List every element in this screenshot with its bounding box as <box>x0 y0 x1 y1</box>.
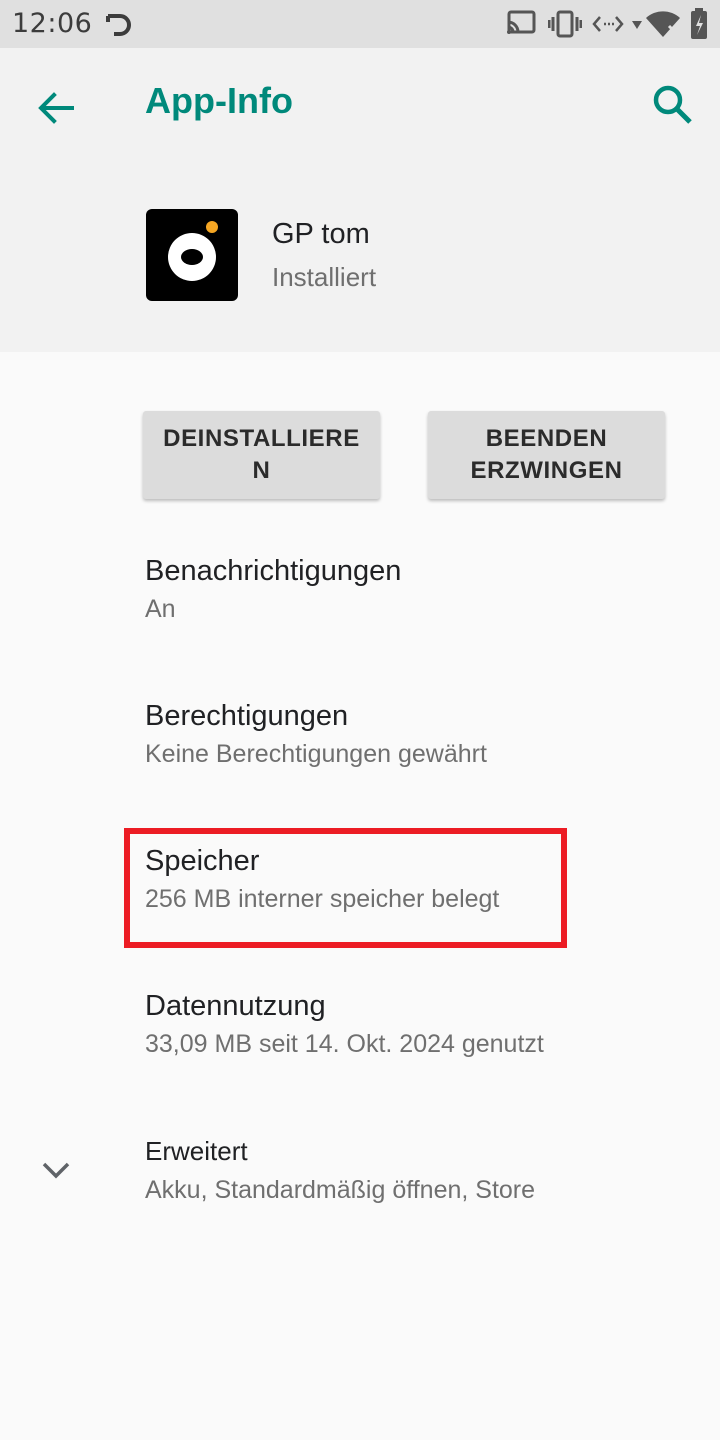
arrow-back-icon[interactable] <box>30 82 82 134</box>
app-icon <box>146 209 238 301</box>
list-item-advanced[interactable]: Erweitert Akku, Standardmäßig öffnen, St… <box>0 1136 720 1246</box>
cast-icon <box>507 10 536 34</box>
item-subtitle: 33,09 MB seit 14. Okt. 2024 genutzt <box>145 1030 544 1058</box>
page-title: App-Info <box>145 80 293 121</box>
app-name: GP tom <box>272 218 370 250</box>
uninstall-button[interactable]: DEINSTALLIERE N <box>143 411 380 499</box>
list-item-notifications[interactable]: Benachrichtigungen An <box>0 555 720 665</box>
item-title: Datennutzung <box>145 990 326 1022</box>
item-subtitle: Akku, Standardmäßig öffnen, Store <box>145 1176 536 1204</box>
data-arrows-icon <box>592 16 624 32</box>
item-title: Berechtigungen <box>145 700 349 732</box>
item-subtitle: An <box>145 595 176 623</box>
vibrate-icon <box>548 10 582 38</box>
status-time: 12:06 <box>12 8 93 39</box>
signal-indicator-icon <box>632 21 642 29</box>
wifi-icon <box>646 11 680 37</box>
item-title: Benachrichtigungen <box>145 555 402 587</box>
battery-icon <box>691 8 707 39</box>
item-subtitle: Keine Berechtigungen gewährt <box>145 740 487 768</box>
force-stop-button[interactable]: BEENDEN ERZWINGEN <box>428 411 665 499</box>
list-item-permissions[interactable]: Berechtigungen Keine Berechtigungen gewä… <box>0 700 720 810</box>
item-title: Erweitert <box>145 1136 248 1166</box>
storage-highlight-box <box>124 828 567 948</box>
chevron-down-icon[interactable] <box>36 1150 76 1190</box>
list-item-data-usage[interactable]: Datennutzung 33,09 MB seit 14. Okt. 2024… <box>0 990 720 1100</box>
app-install-status: Installiert <box>272 262 377 292</box>
search-icon[interactable] <box>646 78 700 132</box>
status-bar: 12:06 <box>0 0 720 48</box>
gp-tom-logo-icon <box>168 221 218 281</box>
app-header: App-Info GP tom Installiert <box>0 48 720 352</box>
sync-icon <box>106 14 131 36</box>
